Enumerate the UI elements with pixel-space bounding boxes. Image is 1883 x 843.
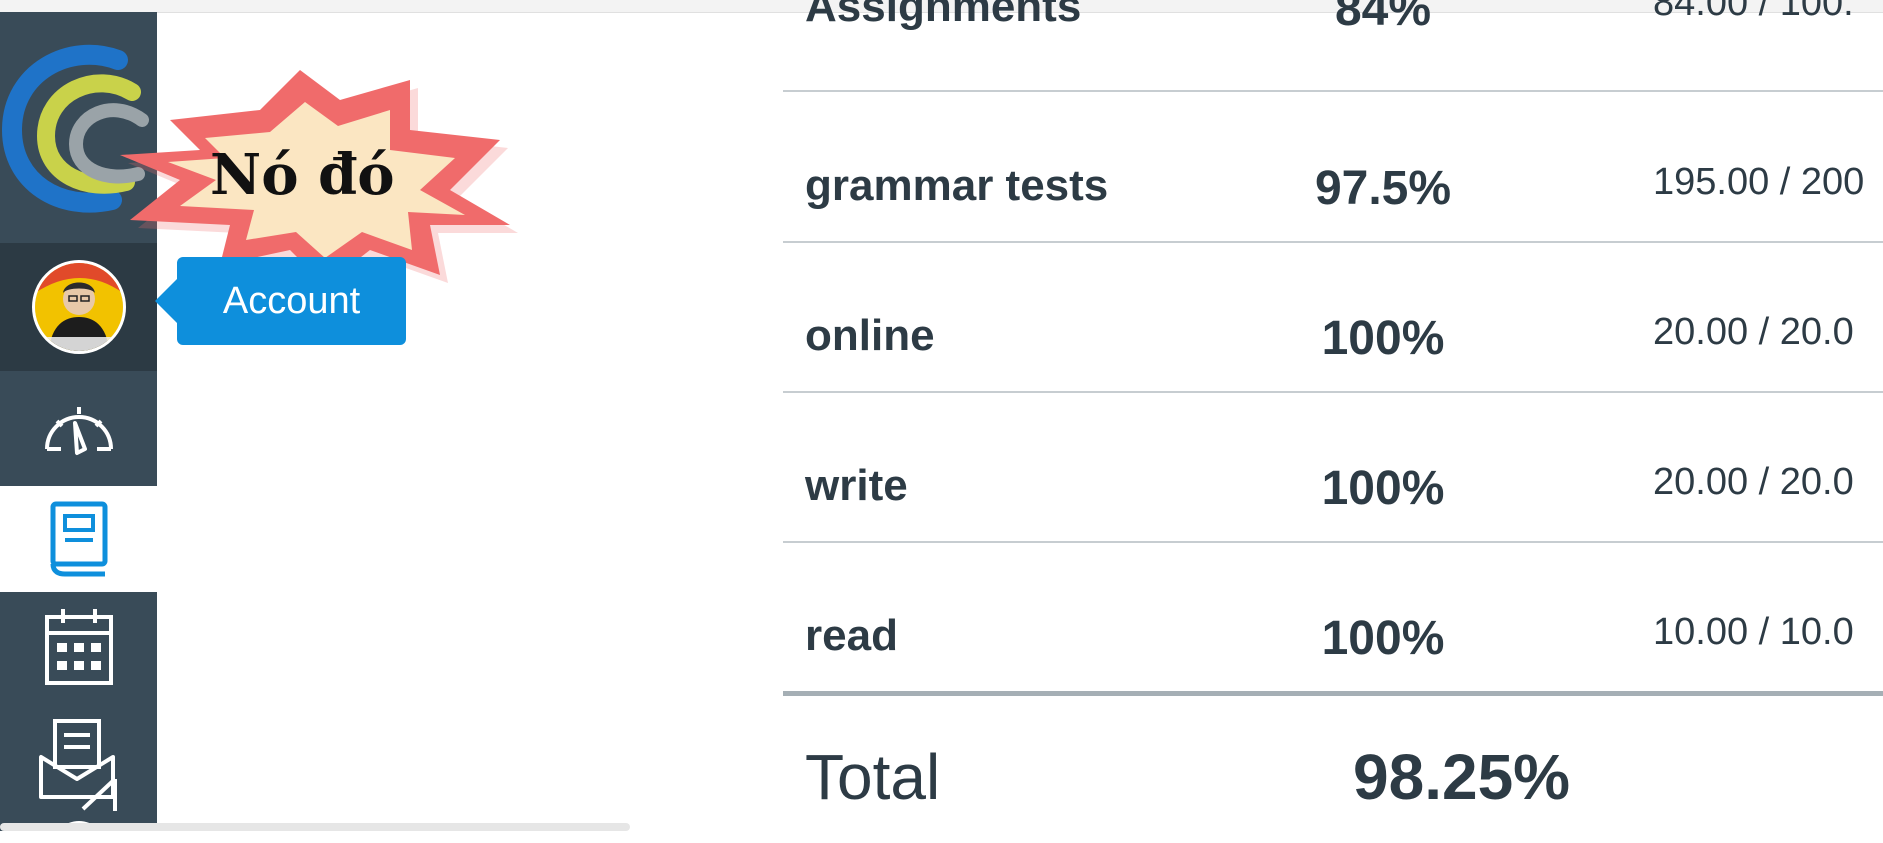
category-percent: 100% <box>1321 462 1445 515</box>
horizontal-scrollbar[interactable] <box>0 823 630 831</box>
nav-item-calendar[interactable] <box>0 592 157 702</box>
category-points: 10.00 / 10.0 <box>1653 611 1854 653</box>
total-divider <box>783 691 1883 696</box>
category-percent: 84% <box>1334 0 1432 36</box>
category-points: 20.00 / 20.0 <box>1653 461 1854 503</box>
category-points: 20.00 / 20.0 <box>1653 311 1854 353</box>
table-row: Assignments 84% 84.00 / 100. <box>783 0 1883 92</box>
grades-summary-table: Assignments 84% 84.00 / 100. grammar tes… <box>783 0 1883 831</box>
account-tooltip: Account <box>155 257 406 345</box>
nav-item-inbox[interactable] <box>0 702 157 827</box>
book-icon <box>50 501 107 577</box>
category-name: online <box>805 311 935 360</box>
category-name: write <box>805 461 908 510</box>
table-row: grammar tests 97.5% 195.00 / 200 <box>783 91 1883 243</box>
category-percent: 100% <box>1321 612 1445 665</box>
table-row: read 100% 10.00 / 10.0 <box>783 541 1883 693</box>
table-row: online 100% 20.00 / 20.0 <box>783 241 1883 393</box>
callout-text: Nó đó <box>210 142 395 208</box>
inbox-icon <box>38 718 117 811</box>
nav-item-dashboard[interactable] <box>0 371 157 486</box>
total-label: Total <box>805 741 941 813</box>
category-name: grammar tests <box>805 161 1109 210</box>
nav-item-courses[interactable] <box>0 486 157 592</box>
category-points: 195.00 / 200 <box>1653 161 1865 203</box>
speedometer-icon <box>44 406 113 455</box>
category-points: 84.00 / 100. <box>1653 0 1854 24</box>
calendar-icon <box>44 609 113 685</box>
category-percent: 100% <box>1321 312 1445 365</box>
category-name: Assignments <box>805 0 1082 31</box>
total-value: 98.25% <box>1353 741 1571 813</box>
category-name: read <box>805 611 898 660</box>
category-percent: 97.5% <box>1314 162 1452 215</box>
table-row: write 100% 20.00 / 20.0 <box>783 391 1883 543</box>
